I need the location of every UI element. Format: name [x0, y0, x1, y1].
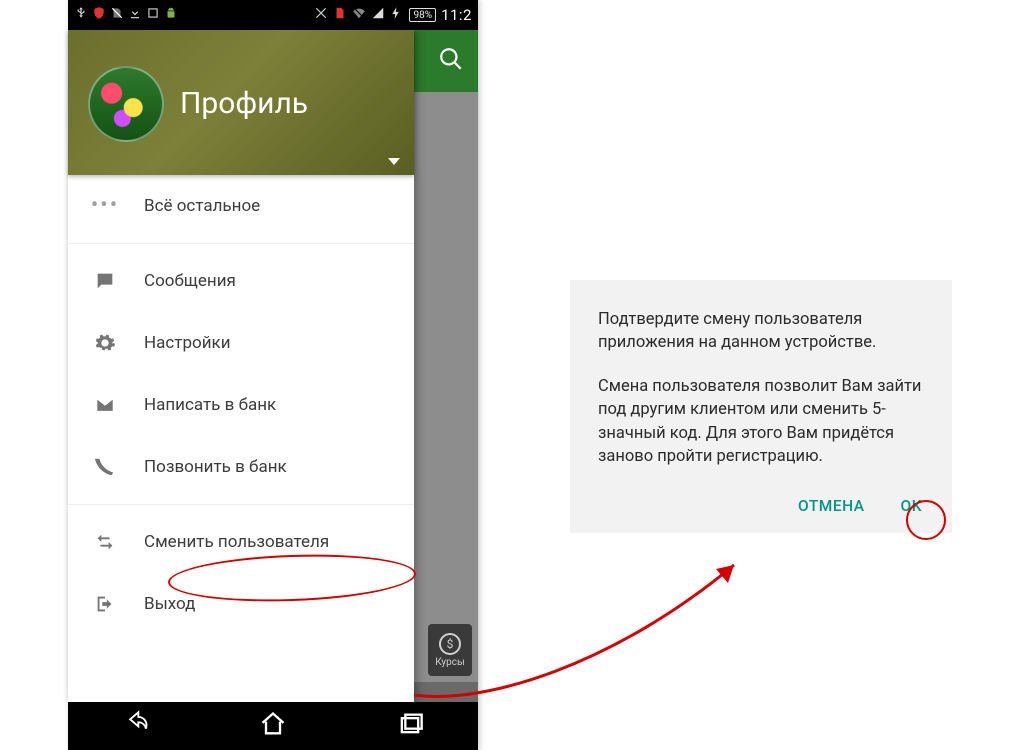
drawer-item-more[interactable]: ••• Всё остальное	[68, 175, 414, 237]
avatar[interactable]	[88, 66, 164, 142]
drawer-header[interactable]: Профиль	[68, 30, 414, 175]
mail-icon	[92, 392, 118, 418]
phone-icon	[92, 454, 118, 480]
charging-icon	[390, 6, 404, 24]
phone-frame: 98% 11:2 $ Курсы Профиль ••• Всё остальн…	[68, 0, 478, 750]
search-icon[interactable]	[438, 46, 464, 76]
coin-icon: $	[439, 633, 461, 655]
divider	[68, 504, 414, 505]
drawer-item-label: Настройки	[144, 333, 231, 353]
vibrate-icon	[314, 6, 328, 24]
drawer-list: ••• Всё остальное Сообщения Настройки	[68, 175, 414, 702]
drawer-item-messages[interactable]: Сообщения	[68, 250, 414, 312]
cancel-button[interactable]: ОТМЕНА	[798, 495, 864, 517]
recent-icon[interactable]	[396, 710, 424, 742]
drawer-item-change-user[interactable]: Сменить пользователя	[68, 511, 414, 573]
currency-chip-label: Курсы	[435, 657, 465, 668]
download-icon	[128, 6, 142, 24]
drawer-item-call-bank[interactable]: Позвонить в банк	[68, 436, 414, 498]
drawer-item-exit[interactable]: Выход	[68, 573, 414, 635]
dialog-paragraph-2: Смена пользователя позволит Вам зайти по…	[598, 375, 924, 469]
drawer-item-label: Позвонить в банк	[144, 457, 287, 477]
signal-icon	[371, 6, 385, 24]
drawer-item-label: Написать в банк	[144, 395, 276, 415]
drawer-item-label: Выход	[144, 594, 195, 614]
drawer-title: Профиль	[180, 86, 308, 121]
chevron-down-icon[interactable]	[388, 158, 400, 165]
chat-icon	[92, 268, 118, 294]
dialog-paragraph-1: Подтвердите смену пользователя приложени…	[598, 308, 924, 355]
drawer-item-label: Сменить пользователя	[144, 532, 329, 552]
android-nav-bar	[68, 702, 478, 750]
confirm-dialog: Подтвердите смену пользователя приложени…	[570, 280, 952, 533]
battery-indicator: 98%	[409, 8, 436, 22]
home-icon[interactable]	[259, 710, 287, 742]
shield-icon	[92, 6, 106, 24]
drawer-item-settings[interactable]: Настройки	[68, 312, 414, 374]
android-icon	[164, 6, 178, 24]
square-icon	[146, 6, 160, 24]
drawer-item-label: Сообщения	[144, 271, 236, 291]
no-sim2-icon	[333, 6, 347, 24]
dialog-actions: ОТМЕНА OK	[598, 489, 924, 517]
divider	[68, 243, 414, 244]
back-icon[interactable]	[122, 710, 150, 742]
ok-button[interactable]: OK	[901, 495, 922, 517]
currency-chip[interactable]: $ Курсы	[428, 624, 472, 676]
usb-icon	[74, 6, 88, 24]
swap-icon	[92, 529, 118, 555]
no-sim-icon	[110, 6, 124, 24]
android-status-bar: 98% 11:2	[68, 0, 478, 30]
drawer-item-write-bank[interactable]: Написать в банк	[68, 374, 414, 436]
status-clock: 11:2	[441, 6, 472, 24]
gear-icon	[92, 330, 118, 356]
navigation-drawer: Профиль ••• Всё остальное Сообщения Наст…	[68, 30, 414, 702]
dots-icon: •••	[92, 193, 118, 219]
wifi-off-icon	[352, 6, 366, 24]
logout-icon	[92, 591, 118, 617]
drawer-item-label: Всё остальное	[144, 196, 260, 216]
